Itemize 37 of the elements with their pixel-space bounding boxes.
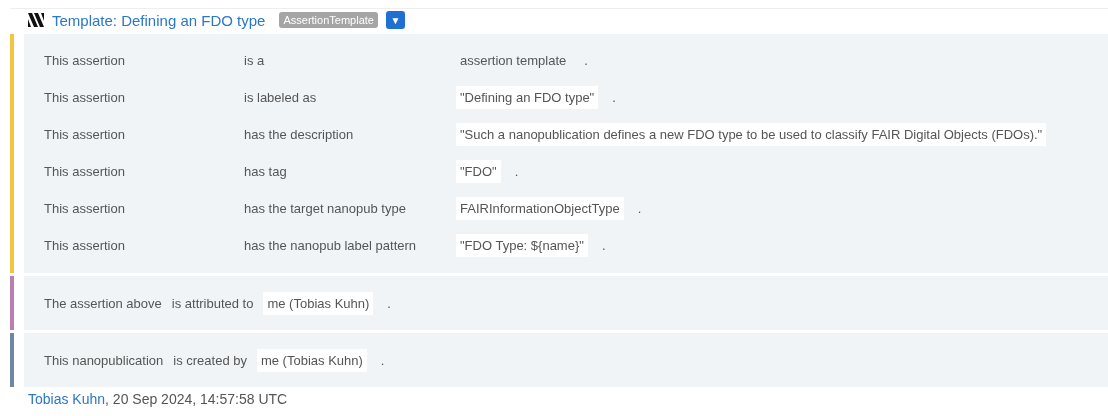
statement-end-dot: . bbox=[584, 53, 588, 68]
subject-text: This assertion bbox=[44, 53, 126, 68]
subject-text: This assertion bbox=[44, 90, 126, 105]
predicate-text: is a bbox=[244, 53, 266, 68]
object-value: "Defining an FDO type" bbox=[456, 86, 599, 109]
predicate-text: is labeled as bbox=[244, 90, 318, 105]
statement-end-dot: . bbox=[514, 164, 519, 179]
logo-icon bbox=[28, 13, 44, 27]
subject-text: This nanopublication bbox=[44, 352, 164, 368]
subject-text: This assertion bbox=[44, 127, 126, 142]
predicate-text: has the nanopub label pattern bbox=[244, 238, 418, 253]
subject-text: The assertion above bbox=[44, 295, 162, 311]
author-link[interactable]: Tobias Kuhn bbox=[28, 391, 106, 407]
object-value: me (Tobias Kuhn) bbox=[256, 348, 367, 372]
object-value: assertion template bbox=[459, 52, 568, 70]
object-value: "FDO" bbox=[456, 160, 501, 183]
predicate-text: has tag bbox=[244, 164, 288, 179]
object-value: FAIRInformationObjectType bbox=[456, 197, 624, 220]
statement-end-dot: . bbox=[612, 90, 616, 105]
dropdown-button[interactable]: ▼ bbox=[385, 11, 405, 29]
statement-end-dot: . bbox=[380, 352, 385, 368]
predicate-text: has the description bbox=[244, 127, 355, 142]
statement-end-dot: . bbox=[601, 238, 606, 253]
object-value: "FDO Type: ${name}" bbox=[456, 234, 588, 257]
statement-end-dot: . bbox=[387, 295, 391, 311]
subject-text: This assertion bbox=[44, 164, 126, 179]
predicate-text: has the target nanopub type bbox=[244, 201, 407, 216]
predicate-text: is created by bbox=[173, 352, 247, 368]
template-title-link[interactable]: Template: Defining an FDO type bbox=[52, 11, 266, 29]
object-value: "Such a nanopublication defines a new FDO type to be used to classify FAIR Digital Objects (FDOs)." bbox=[456, 123, 1047, 146]
subject-text: This assertion bbox=[44, 201, 126, 216]
subject-text: This assertion bbox=[44, 238, 126, 253]
predicate-text: is attributed to bbox=[171, 295, 254, 311]
object-value: me (Tobias Kuhn) bbox=[263, 291, 374, 315]
type-tag: AssertionTemplate bbox=[279, 12, 378, 28]
timestamp-text: , 20 Sep 2024, 14:57:58 UTC bbox=[105, 391, 288, 407]
statement-end-dot: . bbox=[637, 201, 642, 216]
